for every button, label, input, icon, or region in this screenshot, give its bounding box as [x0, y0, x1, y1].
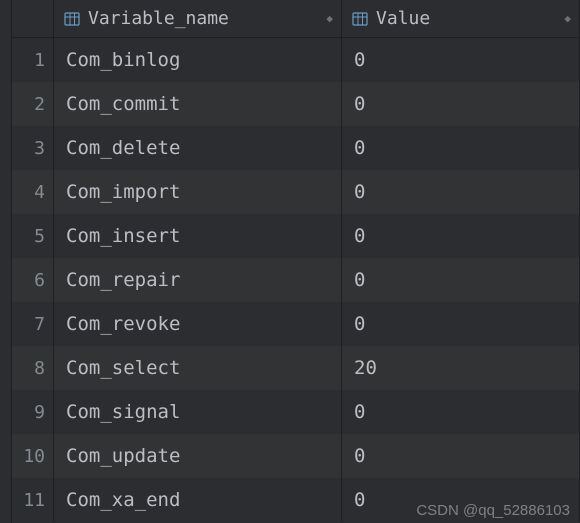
- cell-value[interactable]: 0: [342, 170, 580, 214]
- cell-value[interactable]: 0: [342, 214, 580, 258]
- row-number[interactable]: 9: [12, 390, 54, 434]
- cell-value[interactable]: 0: [342, 434, 580, 478]
- row-number[interactable]: 5: [12, 214, 54, 258]
- row-number[interactable]: 2: [12, 82, 54, 126]
- cell-variable-name[interactable]: Com_binlog: [54, 38, 342, 82]
- gutter-header: [12, 0, 54, 37]
- left-margin: [0, 0, 12, 523]
- column-header-value[interactable]: Value ◆: [342, 0, 580, 37]
- row-number[interactable]: 7: [12, 302, 54, 346]
- column-header-variable-name[interactable]: Variable_name ◆: [54, 0, 342, 37]
- table-row[interactable]: 9Com_signal0: [12, 390, 580, 434]
- cell-variable-name[interactable]: Com_update: [54, 434, 342, 478]
- cell-variable-name[interactable]: Com_xa_end: [54, 478, 342, 522]
- cell-value[interactable]: 0: [342, 390, 580, 434]
- cell-value[interactable]: 20: [342, 346, 580, 390]
- row-number[interactable]: 4: [12, 170, 54, 214]
- cell-variable-name[interactable]: Com_revoke: [54, 302, 342, 346]
- cell-variable-name[interactable]: Com_insert: [54, 214, 342, 258]
- table-body: 1Com_binlog02Com_commit03Com_delete04Com…: [12, 38, 580, 523]
- cell-variable-name[interactable]: Com_repair: [54, 258, 342, 302]
- row-number[interactable]: 3: [12, 126, 54, 170]
- results-pane: Variable_name ◆ Value ◆ 1Com_binlog02Com…: [0, 0, 580, 523]
- table-row[interactable]: 7Com_revoke0: [12, 302, 580, 346]
- cell-value[interactable]: 0: [342, 302, 580, 346]
- table-row[interactable]: 2Com_commit0: [12, 82, 580, 126]
- table-row[interactable]: 10Com_update0: [12, 434, 580, 478]
- table-row[interactable]: 5Com_insert0: [12, 214, 580, 258]
- cell-variable-name[interactable]: Com_select: [54, 346, 342, 390]
- table-row[interactable]: 8Com_select20: [12, 346, 580, 390]
- cell-variable-name[interactable]: Com_import: [54, 170, 342, 214]
- watermark: CSDN @qq_52886103: [416, 502, 570, 519]
- sort-indicator-icon[interactable]: ◆: [326, 12, 333, 25]
- cell-variable-name[interactable]: Com_signal: [54, 390, 342, 434]
- sort-indicator-icon[interactable]: ◆: [564, 12, 571, 25]
- table-row[interactable]: 6Com_repair0: [12, 258, 580, 302]
- row-number[interactable]: 6: [12, 258, 54, 302]
- cell-variable-name[interactable]: Com_commit: [54, 82, 342, 126]
- column-label: Value: [376, 8, 430, 29]
- row-number[interactable]: 1: [12, 38, 54, 82]
- table-row[interactable]: 1Com_binlog0: [12, 38, 580, 82]
- column-type-icon: [64, 11, 80, 27]
- cell-value[interactable]: 0: [342, 82, 580, 126]
- table-row[interactable]: 3Com_delete0: [12, 126, 580, 170]
- results-table: Variable_name ◆ Value ◆ 1Com_binlog02Com…: [12, 0, 580, 523]
- cell-value[interactable]: 0: [342, 38, 580, 82]
- cell-value[interactable]: 0: [342, 258, 580, 302]
- row-number[interactable]: 11: [12, 478, 54, 522]
- row-number[interactable]: 8: [12, 346, 54, 390]
- column-label: Variable_name: [88, 8, 229, 29]
- row-number[interactable]: 10: [12, 434, 54, 478]
- column-type-icon: [352, 11, 368, 27]
- cell-value[interactable]: 0: [342, 126, 580, 170]
- table-row[interactable]: 4Com_import0: [12, 170, 580, 214]
- table-header: Variable_name ◆ Value ◆: [12, 0, 580, 38]
- cell-variable-name[interactable]: Com_delete: [54, 126, 342, 170]
